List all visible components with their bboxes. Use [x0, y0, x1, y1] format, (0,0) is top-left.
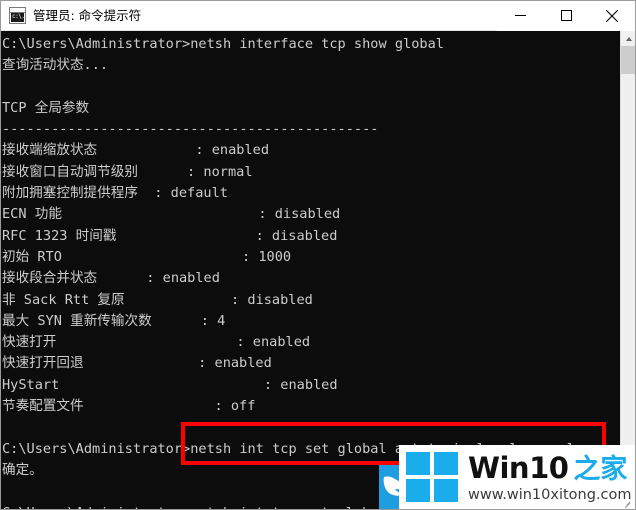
terminal-line: 非 Sack Rtt 复原 : disabled	[2, 291, 313, 308]
terminal-line: 接收段合并状态 : enabled	[2, 270, 220, 287]
terminal-line: TCP 全局参数	[2, 99, 90, 116]
terminal-line: ----------------------------------------…	[2, 121, 379, 138]
resize-grip[interactable]	[621, 496, 633, 509]
maximize-button[interactable]	[543, 1, 589, 31]
terminal-line: 节奏配置文件 : off	[2, 398, 256, 415]
terminal-line: C:\Users\Administrator>netsh interface t…	[2, 36, 444, 52]
terminal-line: 初始 RTO : 1000	[2, 248, 292, 265]
terminal-line: 接收窗口自动调节级别 : normal	[2, 163, 253, 180]
terminal-line: 查询活动状态...	[2, 57, 109, 74]
minimize-button[interactable]	[497, 1, 543, 31]
command-prompt-window: 管理员: 命令提示符 C:\Users\Administrator>netsh …	[0, 0, 636, 510]
title-bar[interactable]: 管理员: 命令提示符	[1, 1, 635, 31]
cmd-icon	[9, 7, 26, 24]
vertical-scrollbar[interactable]	[620, 31, 635, 509]
window-controls	[497, 1, 635, 31]
terminal-line: 快速打开 : enabled	[2, 334, 311, 351]
terminal-line: 最大 SYN 重新传输次数 : 4	[2, 312, 226, 329]
terminal-line: RFC 1323 时间戳 : disabled	[2, 227, 338, 244]
scroll-up-arrow-icon[interactable]	[621, 31, 635, 46]
close-button[interactable]	[589, 1, 635, 31]
watermark-brand-latin: Win10	[468, 450, 569, 485]
terminal-line: 附加拥塞控制提供程序 : default	[2, 185, 228, 202]
terminal-line: 快速打开回退 : enabled	[2, 355, 272, 372]
watermark-overlay: Win10 之家 www.win10xitong.com	[399, 445, 635, 509]
windows-logo-icon	[406, 452, 458, 502]
terminal-line: HyStart : enabled	[2, 376, 338, 393]
watermark-brand-cn: 之家	[573, 453, 628, 485]
terminal-line: ECN 功能 : disabled	[2, 206, 341, 223]
terminal-line: 接收端缩放状态 : enabled	[2, 142, 270, 159]
scrollbar-thumb[interactable]	[621, 46, 635, 74]
window-title: 管理员: 命令提示符	[33, 7, 142, 23]
watermark-url: www.win10xitong.com	[468, 486, 632, 503]
